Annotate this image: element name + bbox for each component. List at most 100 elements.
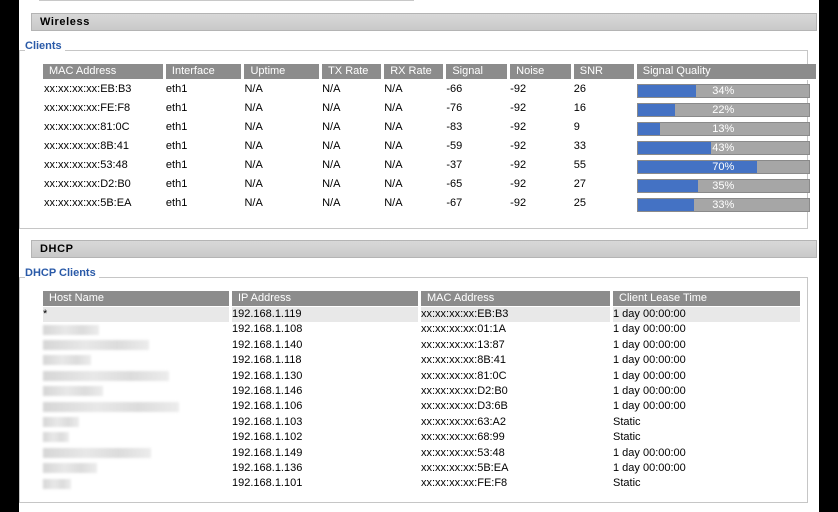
wireless-cell-snr: 27: [573, 178, 586, 190]
signal-quality-bar: 22%: [636, 102, 810, 117]
wireless-cell-snr: 16: [573, 102, 586, 114]
dhcp-cell-mac: xx:xx:xx:xx:13:87: [421, 338, 505, 351]
wireless-cell-signal: -65: [446, 178, 463, 190]
wireless-cell-signal: -59: [446, 140, 463, 152]
wireless-cell-iface: eth1: [165, 178, 188, 190]
dhcp-section-title: DHCP: [40, 243, 74, 255]
wireless-col-header: MAC Address: [43, 64, 163, 80]
dhcp-cell-mac: xx:xx:xx:xx:68:99: [421, 431, 505, 444]
wireless-cell-iface: eth1: [165, 140, 188, 152]
router-status-page: Wireless Clients MAC Address Interface Upt…: [19, 0, 819, 512]
dhcp-cell-mac: xx:xx:xx:xx:FE:F8: [421, 477, 508, 490]
wireless-cell-signal: -67: [446, 197, 463, 209]
wireless-client-row: xx:xx:xx:xx:81:0C eth1 N/A N/A N/A -83 -92 9 13%: [43, 118, 816, 137]
dhcp-cell-lease: 1 day 00:00:00: [613, 338, 686, 351]
dhcp-cell-host: [43, 353, 229, 368]
dhcp-cell-ip: 192.168.1.103: [232, 415, 303, 428]
dhcp-cell-mac: xx:xx:xx:xx:01:1A: [421, 323, 506, 336]
wireless-col-header: Signal: [446, 64, 508, 80]
redacted-host-name: [43, 339, 149, 350]
wireless-cell-rx: N/A: [384, 159, 403, 171]
dhcp-cell-mac: xx:xx:xx:xx:81:0C: [421, 369, 507, 382]
wireless-cell-snr: 26: [573, 83, 586, 95]
dhcp-cell-ip: 192.168.1.102: [232, 431, 303, 444]
dhcp-cell-mac: xx:xx:xx:xx:D3:6B: [421, 400, 508, 413]
wireless-cell-tx: N/A: [322, 83, 341, 95]
wireless-cell-noise: -92: [510, 178, 527, 190]
wireless-cell-rx: N/A: [384, 83, 403, 95]
dhcp-cell-ip: 192.168.1.130: [232, 369, 303, 382]
wireless-cell-tx: N/A: [322, 121, 341, 133]
wireless-cell-quality: 22%: [636, 99, 816, 118]
wireless-cell-noise: -92: [510, 140, 527, 152]
wireless-cell-mac: xx:xx:xx:xx:D2:B0: [44, 178, 131, 190]
wireless-cell-quality: 43%: [636, 137, 816, 156]
dhcp-cell-lease: 1 day 00:00:00: [613, 446, 686, 459]
wireless-cell-snr: 9: [573, 121, 580, 133]
wireless-client-row: xx:xx:xx:xx:5B:EA eth1 N/A N/A N/A -67 -92 25 33…: [43, 194, 816, 213]
top-divider: [39, 0, 414, 1]
wireless-cell-rx: N/A: [384, 102, 403, 114]
dhcp-cell-mac: xx:xx:xx:xx:5B:EA: [421, 462, 509, 475]
dhcp-client-row: 192.168.1.136 xx:xx:xx:xx:5B:EA 1 day 00:0…: [43, 461, 800, 476]
redacted-host-name: [43, 478, 71, 489]
dhcp-cell-lease: Static: [613, 415, 641, 428]
wireless-cell-signal: -37: [446, 159, 463, 171]
dhcp-cell-ip: 192.168.1.118: [232, 354, 302, 367]
wireless-cell-signal: -66: [446, 83, 463, 95]
wireless-cell-uptime: N/A: [244, 83, 263, 95]
dhcp-client-row: 192.168.1.149 xx:xx:xx:xx:53:48 1 day 00:0…: [43, 446, 800, 461]
wireless-cell-mac: xx:xx:xx:xx:53:48: [44, 159, 128, 171]
wireless-cell-quality: 70%: [636, 156, 816, 175]
dhcp-cell-ip: 192.168.1.101: [232, 477, 303, 490]
dhcp-cell-lease: Static: [613, 431, 641, 444]
signal-quality-label: 33%: [712, 198, 735, 211]
wireless-table-header: MAC Address Interface Uptime TX Rate RX Rate…: [43, 64, 816, 80]
wireless-table-body: xx:xx:xx:xx:EB:B3 eth1 N/A N/A N/A -66 -92 26 34…: [43, 80, 816, 213]
redacted-host-name: [43, 416, 79, 427]
dhcp-cell-mac: xx:xx:xx:xx:63:A2: [421, 415, 506, 428]
dhcp-cell-host: [43, 415, 229, 430]
dhcp-cell-host: [43, 461, 229, 476]
signal-quality-label: 43%: [712, 141, 735, 154]
wireless-cell-snr: 33: [573, 140, 586, 152]
wireless-cell-signal: -83: [446, 121, 463, 133]
wireless-clients-table: MAC Address Interface Uptime TX Rate RX Rate…: [40, 64, 819, 213]
dhcp-cell-host: *: [43, 307, 229, 323]
dhcp-clients-table: Host Name IP Address MAC Address Client Lea…: [40, 291, 803, 492]
dhcp-client-row: 192.168.1.108 xx:xx:xx:xx:01:1A 1 day 00:0…: [43, 322, 800, 337]
wireless-cell-iface: eth1: [165, 102, 188, 114]
wireless-cell-noise: -92: [510, 121, 527, 133]
wireless-clients-legend: Clients: [25, 40, 65, 52]
dhcp-col-header: Client Lease Time: [613, 291, 800, 307]
wireless-cell-tx: N/A: [322, 197, 341, 209]
wireless-cell-noise: -92: [510, 83, 527, 95]
dhcp-cell-host: [43, 399, 229, 414]
signal-quality-label: 35%: [712, 179, 735, 192]
redacted-host-name: [43, 324, 99, 335]
wireless-cell-rx: N/A: [384, 197, 403, 209]
wireless-col-header: Noise: [510, 64, 571, 80]
wireless-section-header: Wireless: [31, 13, 817, 31]
wireless-cell-uptime: N/A: [244, 197, 263, 209]
wireless-cell-mac: xx:xx:xx:xx:5B:EA: [44, 197, 132, 209]
dhcp-col-header: IP Address: [232, 291, 418, 307]
dhcp-cell-ip: 192.168.1.119: [232, 307, 418, 323]
wireless-cell-noise: -92: [510, 102, 527, 114]
wireless-cell-uptime: N/A: [244, 121, 263, 133]
wireless-cell-mac: xx:xx:xx:xx:81:0C: [44, 121, 130, 133]
wireless-cell-quality: 34%: [636, 80, 816, 99]
dhcp-cell-host: [43, 430, 229, 445]
dhcp-cell-mac: xx:xx:xx:xx:8B:41: [421, 354, 506, 367]
dhcp-clients-legend: DHCP Clients: [25, 267, 99, 279]
redacted-host-name: [43, 355, 91, 366]
wireless-cell-noise: -92: [510, 197, 527, 209]
dhcp-cell-ip: 192.168.1.140: [232, 338, 303, 351]
dhcp-client-row: 192.168.1.140 xx:xx:xx:xx:13:87 1 day 00:0…: [43, 338, 800, 353]
wireless-cell-iface: eth1: [165, 83, 188, 95]
dhcp-cell-lease: Static: [613, 477, 641, 490]
wireless-cell-uptime: N/A: [244, 102, 263, 114]
wireless-cell-iface: eth1: [165, 197, 188, 209]
dhcp-cell-ip: 192.168.1.146: [232, 385, 303, 398]
wireless-client-row: xx:xx:xx:xx:53:48 eth1 N/A N/A N/A -37 -92 55 70…: [43, 156, 816, 175]
